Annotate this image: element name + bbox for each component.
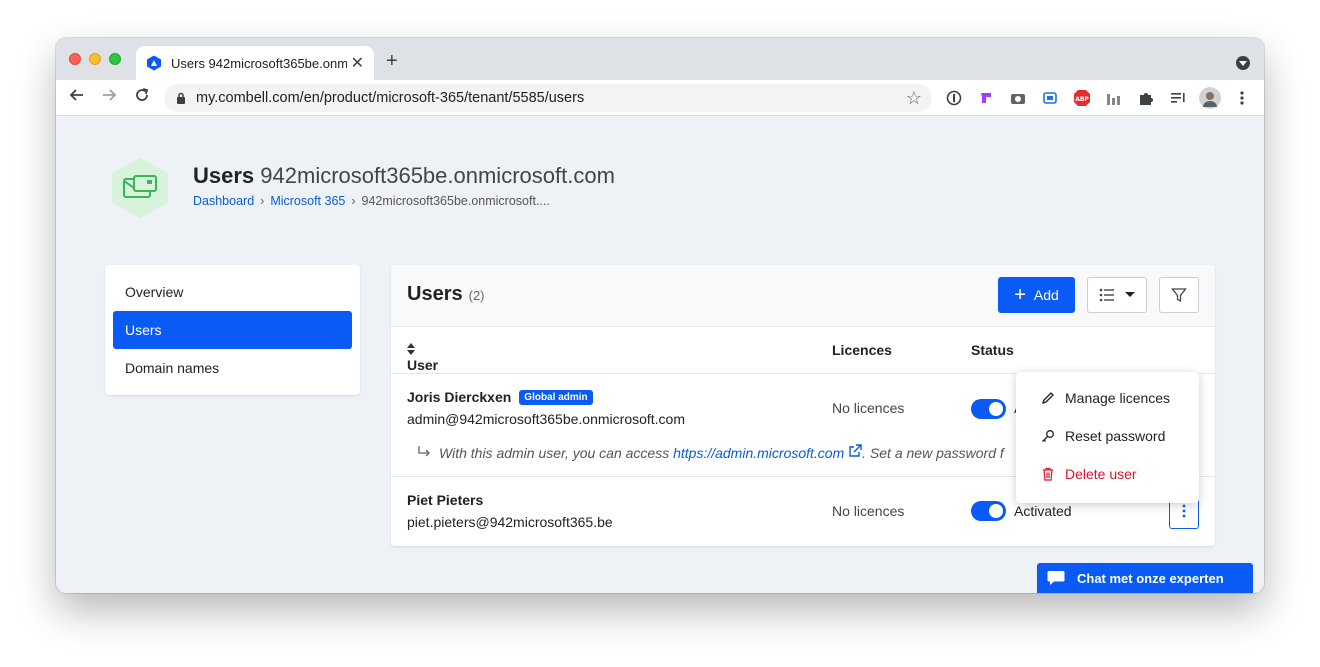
close-window-button[interactable] <box>69 53 81 65</box>
add-button-label: Add <box>1033 287 1059 303</box>
list-view-icon <box>1099 288 1114 302</box>
lock-icon <box>177 92 185 104</box>
user-email: piet.pieters@942microsoft365.be <box>407 514 613 530</box>
browser-menu-icon[interactable] <box>1233 89 1251 107</box>
user-email: admin@942microsoft365be.onmicrosoft.com <box>407 411 686 427</box>
breadcrumb-current: 942microsoft365be.onmicrosoft.... <box>361 194 550 208</box>
users-card-header: Users (2) + Add <box>391 265 1215 327</box>
trash-icon <box>1043 467 1053 481</box>
svg-text:ABP: ABP <box>1075 96 1089 103</box>
puzzle-extensions-icon[interactable] <box>1137 89 1155 107</box>
media-queue-icon[interactable] <box>1169 89 1187 107</box>
column-licences: Licences <box>832 342 892 358</box>
tab-bar: Users 942microsoft365be.onmicrosoft.com … <box>56 38 1264 80</box>
user-name: Piet Pieters <box>407 492 484 508</box>
users-card-title: Users (2) <box>407 283 485 306</box>
sidebar: Overview Users Domain names <box>105 265 360 395</box>
breadcrumb-separator: › <box>351 194 356 208</box>
back-icon[interactable] <box>69 87 85 108</box>
menu-item-label: Manage licences <box>1065 390 1171 406</box>
more-vertical-icon <box>1182 504 1186 518</box>
url-text: my.combell.com/en/product/microsoft-365/… <box>196 90 585 106</box>
camera-extension-icon[interactable] <box>1009 89 1027 107</box>
column-user-label: User <box>407 357 439 373</box>
breadcrumb-dashboard[interactable]: Dashboard <box>193 194 254 208</box>
user-licences: No licences <box>832 400 905 416</box>
note-prefix: With this admin user, you can access <box>439 445 670 461</box>
sidebar-item-overview[interactable]: Overview <box>113 273 352 311</box>
address-bar[interactable]: my.combell.com/en/product/microsoft-365/… <box>164 84 932 112</box>
page-title-domain: 942microsoft365be.onmicrosoft.com <box>260 163 615 188</box>
table-header: User Licences Status <box>391 327 1215 374</box>
breadcrumb: Dashboard › Microsoft 365 › 942microsoft365b… <box>193 194 550 208</box>
chat-label: Chat met onze experten <box>1077 570 1224 586</box>
external-link-icon[interactable] <box>848 444 862 458</box>
menu-item-manage-licences[interactable]: Manage licences <box>1016 379 1199 417</box>
column-user[interactable]: User <box>407 342 438 373</box>
admin-portal-link[interactable]: https://admin.microsoft.com <box>673 445 844 461</box>
menu-item-reset-password[interactable]: Reset password <box>1016 417 1199 455</box>
menu-item-delete-user[interactable]: Delete user <box>1016 455 1199 493</box>
add-user-button[interactable]: + Add <box>998 277 1075 313</box>
user-name-text: Joris Dierckxen <box>407 389 512 405</box>
page-title-label: Users <box>193 163 255 188</box>
sort-icon <box>407 343 415 355</box>
new-tab-button[interactable]: + <box>386 50 398 73</box>
profile-avatar[interactable] <box>1199 87 1221 109</box>
page-content: Users 942microsoft365be.onmicrosoft.com … <box>56 117 1264 593</box>
global-admin-badge: Global admin <box>519 390 593 405</box>
combell-favicon-icon <box>147 55 161 71</box>
reload-icon[interactable] <box>134 87 150 108</box>
note-suffix: . Set a new password f <box>862 445 1004 461</box>
filter-icon <box>1171 288 1187 303</box>
adblock-extension-icon[interactable]: ABP <box>1073 89 1091 107</box>
row-actions-menu: Manage licences Reset password Delete us… <box>1016 372 1199 503</box>
breadcrumb-separator: › <box>260 194 265 208</box>
status-toggle[interactable] <box>971 501 1006 521</box>
user-licences: No licences <box>832 503 905 519</box>
filter-button[interactable] <box>1159 277 1199 313</box>
close-tab-icon[interactable]: ✕ <box>351 53 364 73</box>
browser-window: Users 942microsoft365be.onmicrosoft.com … <box>56 38 1264 593</box>
return-arrow-icon <box>418 446 430 457</box>
key-icon <box>1042 430 1054 442</box>
info-extension-icon[interactable] <box>945 89 963 107</box>
forward-icon[interactable] <box>101 87 117 108</box>
users-title-label: Users <box>407 283 463 305</box>
browser-tab[interactable]: Users 942microsoft365be.onmicrosoft.com … <box>136 46 374 80</box>
status-toggle[interactable] <box>971 399 1006 419</box>
sidebar-item-users[interactable]: Users <box>113 311 352 349</box>
blue-extension-icon[interactable] <box>1041 89 1059 107</box>
browser-toolbar: my.combell.com/en/product/microsoft-365/… <box>56 80 1264 116</box>
view-toggle-button[interactable] <box>1087 277 1147 313</box>
column-status: Status <box>971 342 1014 358</box>
admin-note: With this admin user, you can access htt… <box>417 444 1004 461</box>
breadcrumb-microsoft-365[interactable]: Microsoft 365 <box>270 194 345 208</box>
caret-down-icon <box>1125 292 1135 297</box>
bookmark-star-icon[interactable]: ☆ <box>906 88 922 109</box>
users-count: (2) <box>468 288 485 303</box>
chat-widget-button[interactable]: Chat met onze experten <box>1037 563 1253 593</box>
menu-item-label: Delete user <box>1065 466 1137 482</box>
tab-search-icon[interactable] <box>1236 56 1250 70</box>
menu-item-label: Reset password <box>1065 428 1166 444</box>
purple-extension-icon[interactable] <box>977 89 995 107</box>
pencil-icon <box>1041 392 1054 405</box>
chat-bubble-icon <box>1047 571 1065 585</box>
minimize-window-button[interactable] <box>89 53 101 65</box>
microsoft-365-product-icon <box>112 158 168 218</box>
plus-icon: + <box>1014 284 1026 306</box>
maximize-window-button[interactable] <box>109 53 121 65</box>
page-title: Users 942microsoft365be.onmicrosoft.com <box>193 163 615 189</box>
tab-title: Users 942microsoft365be.onmicrosoft.com <box>171 55 347 71</box>
chart-extension-icon[interactable] <box>1105 89 1123 107</box>
status-text: Activated <box>1014 503 1072 519</box>
sidebar-item-domain-names[interactable]: Domain names <box>113 349 352 387</box>
user-name: Joris Dierckxen Global admin <box>407 389 593 405</box>
